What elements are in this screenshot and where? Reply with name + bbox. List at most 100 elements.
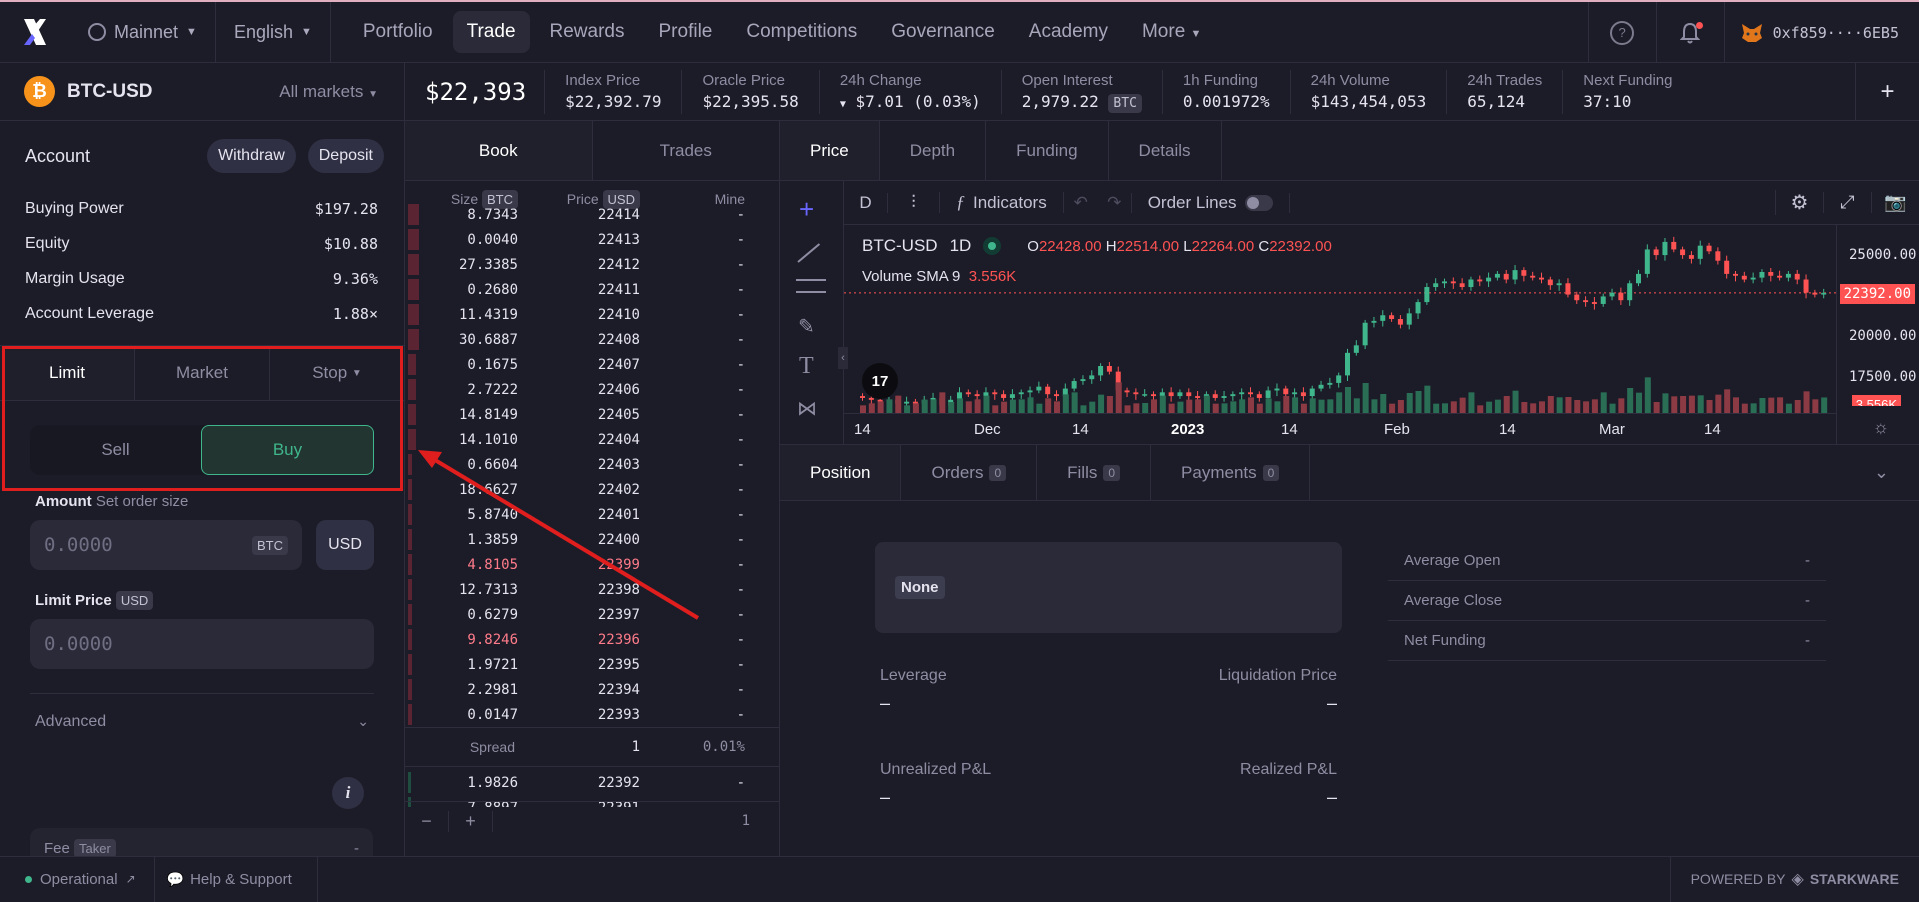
crosshair-icon[interactable]: + bbox=[799, 196, 814, 222]
ask-row[interactable]: 14.1010 22404 - bbox=[405, 427, 779, 452]
status-link[interactable]: Operational ↗ bbox=[0, 856, 155, 902]
ask-row[interactable]: 1.9721 22395 - bbox=[405, 652, 779, 677]
buy-button[interactable]: Buy bbox=[201, 425, 374, 475]
ask-row[interactable]: 0.2680 22411 - bbox=[405, 277, 779, 302]
nav-governance[interactable]: Governance bbox=[877, 11, 1009, 53]
network-selector[interactable]: Mainnet ▼ bbox=[70, 1, 216, 63]
ask-row[interactable]: 5.8740 22401 - bbox=[405, 502, 779, 527]
tradingview-logo[interactable]: 17 bbox=[862, 363, 898, 399]
ask-row[interactable]: 0.6604 22403 - bbox=[405, 452, 779, 477]
ask-row[interactable]: 14.8149 22405 - bbox=[405, 402, 779, 427]
ask-row[interactable]: 2.7222 22406 - bbox=[405, 377, 779, 402]
ask-row[interactable]: 8.7343 22414 - bbox=[405, 202, 779, 227]
ask-row[interactable]: 18.6627 22402 - bbox=[405, 477, 779, 502]
nav-portfolio[interactable]: Portfolio bbox=[349, 11, 447, 53]
positions-panel: Position Orders 0 Fills 0 Payments 0 ⌄ None… bbox=[780, 445, 1919, 856]
fib-icon[interactable] bbox=[796, 279, 826, 293]
zoom-out-button[interactable]: − bbox=[405, 810, 449, 832]
tab-position[interactable]: Position bbox=[780, 445, 902, 500]
tab-book[interactable]: Book bbox=[405, 121, 593, 180]
interval-selector[interactable]: D bbox=[844, 192, 888, 213]
amount-unit-tag: BTC bbox=[252, 535, 288, 555]
powered-by[interactable]: POWERED BY ◈ STARKWARE bbox=[1669, 856, 1919, 902]
tab-orders[interactable]: Orders 0 bbox=[901, 445, 1038, 500]
nav-academy[interactable]: Academy bbox=[1015, 11, 1122, 53]
tab-payments[interactable]: Payments 0 bbox=[1151, 445, 1311, 500]
ask-row[interactable]: 0.0147 22393 - bbox=[405, 702, 779, 727]
expand-plus-button[interactable]: + bbox=[1855, 63, 1919, 121]
collapse-toolbar-button[interactable]: ‹ bbox=[838, 347, 848, 369]
ask-row[interactable]: 9.8246 22396 - bbox=[405, 627, 779, 652]
notifications-button[interactable] bbox=[1655, 2, 1724, 63]
candle bbox=[1283, 388, 1289, 395]
camera-icon[interactable]: 📷 bbox=[1871, 192, 1919, 213]
tab-trades[interactable]: Trades bbox=[593, 121, 780, 180]
order-lines-toggle[interactable]: Order Lines bbox=[1132, 192, 1290, 213]
undo-icon[interactable]: ↶ bbox=[1064, 193, 1098, 213]
stat-oracle-price: Oracle Price $22,395.58 bbox=[682, 69, 820, 114]
wallet-button[interactable]: 0xf859····6EB5 bbox=[1723, 2, 1919, 63]
tab-price[interactable]: Price bbox=[780, 121, 880, 180]
brush-icon[interactable]: ✎ bbox=[798, 314, 815, 339]
chevron-down-icon: ⌄ bbox=[357, 713, 369, 729]
axis-settings-icon[interactable]: ☼ bbox=[1873, 417, 1890, 438]
detail-value: - bbox=[1805, 592, 1810, 609]
help-button[interactable]: ? bbox=[1587, 2, 1656, 63]
oi-unit-tag: BTC bbox=[1108, 94, 1142, 113]
bid-row[interactable]: 1.9826 22392 - bbox=[405, 770, 779, 795]
help-support-link[interactable]: 💬 Help & Support bbox=[155, 856, 318, 902]
ask-row[interactable]: 0.6279 22397 - bbox=[405, 602, 779, 627]
language-selector[interactable]: English ▼ bbox=[216, 1, 331, 63]
volume-bar bbox=[1644, 377, 1651, 413]
ask-row[interactable]: 27.3385 22412 - bbox=[405, 252, 779, 277]
info-button[interactable]: i bbox=[332, 777, 364, 809]
usd-toggle-button[interactable]: USD bbox=[316, 520, 374, 570]
row-value: 9.36% bbox=[332, 269, 378, 288]
tab-limit[interactable]: Limit bbox=[0, 346, 135, 400]
tab-fills[interactable]: Fills 0 bbox=[1037, 445, 1152, 500]
deposit-button[interactable]: Deposit bbox=[307, 139, 384, 173]
zoom-in-button[interactable]: + bbox=[449, 810, 493, 832]
tab-funding[interactable]: Funding bbox=[986, 121, 1109, 180]
nav-trade[interactable]: Trade bbox=[452, 11, 530, 53]
ask-row[interactable]: 0.1675 22407 - bbox=[405, 352, 779, 377]
tab-stop[interactable]: Stop ▼ bbox=[270, 346, 404, 400]
fullscreen-icon[interactable]: ⤢ bbox=[1823, 192, 1871, 213]
ask-row[interactable]: 0.0040 22413 - bbox=[405, 227, 779, 252]
redo-icon[interactable]: ↷ bbox=[1098, 192, 1132, 213]
pattern-icon[interactable]: ⋈ bbox=[797, 396, 817, 421]
ask-row[interactable]: 11.4319 22410 - bbox=[405, 302, 779, 327]
market-selector[interactable]: ₿ BTC-USD All markets ▼ bbox=[0, 62, 405, 121]
sell-button[interactable]: Sell bbox=[30, 425, 201, 475]
ask-row[interactable]: 2.2981 22394 - bbox=[405, 677, 779, 702]
ask-row[interactable]: 4.8105 22399 - bbox=[405, 552, 779, 577]
ask-price: 22399 bbox=[597, 556, 640, 573]
candle-type-icon[interactable]: ⫶ bbox=[888, 192, 940, 213]
stat-open-interest: Open Interest 2,979.22 BTC bbox=[1002, 69, 1163, 114]
candle bbox=[1521, 270, 1527, 276]
trendline-icon[interactable] bbox=[797, 243, 821, 263]
collapse-panel-button[interactable]: ⌄ bbox=[1844, 445, 1919, 500]
volume-bar bbox=[1803, 391, 1810, 413]
ask-row[interactable]: 30.6887 22408 - bbox=[405, 327, 779, 352]
tab-depth[interactable]: Depth bbox=[880, 121, 987, 180]
detail-value: - bbox=[1805, 552, 1810, 569]
ask-row[interactable]: 12.7313 22398 - bbox=[405, 577, 779, 602]
indicators-button[interactable]: ƒ Indicators bbox=[940, 192, 1064, 213]
nav-more[interactable]: More ▼ bbox=[1128, 11, 1215, 53]
nav-competitions[interactable]: Competitions bbox=[732, 11, 871, 53]
tab-details[interactable]: Details bbox=[1109, 121, 1222, 180]
advanced-toggle[interactable]: Advanced ⌄ bbox=[30, 693, 374, 749]
dydx-logo[interactable] bbox=[0, 2, 70, 63]
volume-bar bbox=[1018, 399, 1025, 413]
ask-row[interactable]: 1.3859 22400 - bbox=[405, 527, 779, 552]
all-markets-dropdown[interactable]: All markets ▼ bbox=[279, 82, 378, 102]
nav-rewards[interactable]: Rewards bbox=[536, 11, 639, 53]
settings-gear-icon[interactable]: ⚙ bbox=[1775, 190, 1823, 215]
text-icon[interactable]: T bbox=[799, 353, 814, 380]
tab-market[interactable]: Market bbox=[135, 346, 270, 400]
withdraw-button[interactable]: Withdraw bbox=[207, 139, 296, 173]
limit-price-input[interactable]: 0.0000 bbox=[30, 619, 374, 669]
nav-profile[interactable]: Profile bbox=[645, 11, 727, 53]
amount-input[interactable]: 0.0000 BTC bbox=[30, 520, 302, 570]
